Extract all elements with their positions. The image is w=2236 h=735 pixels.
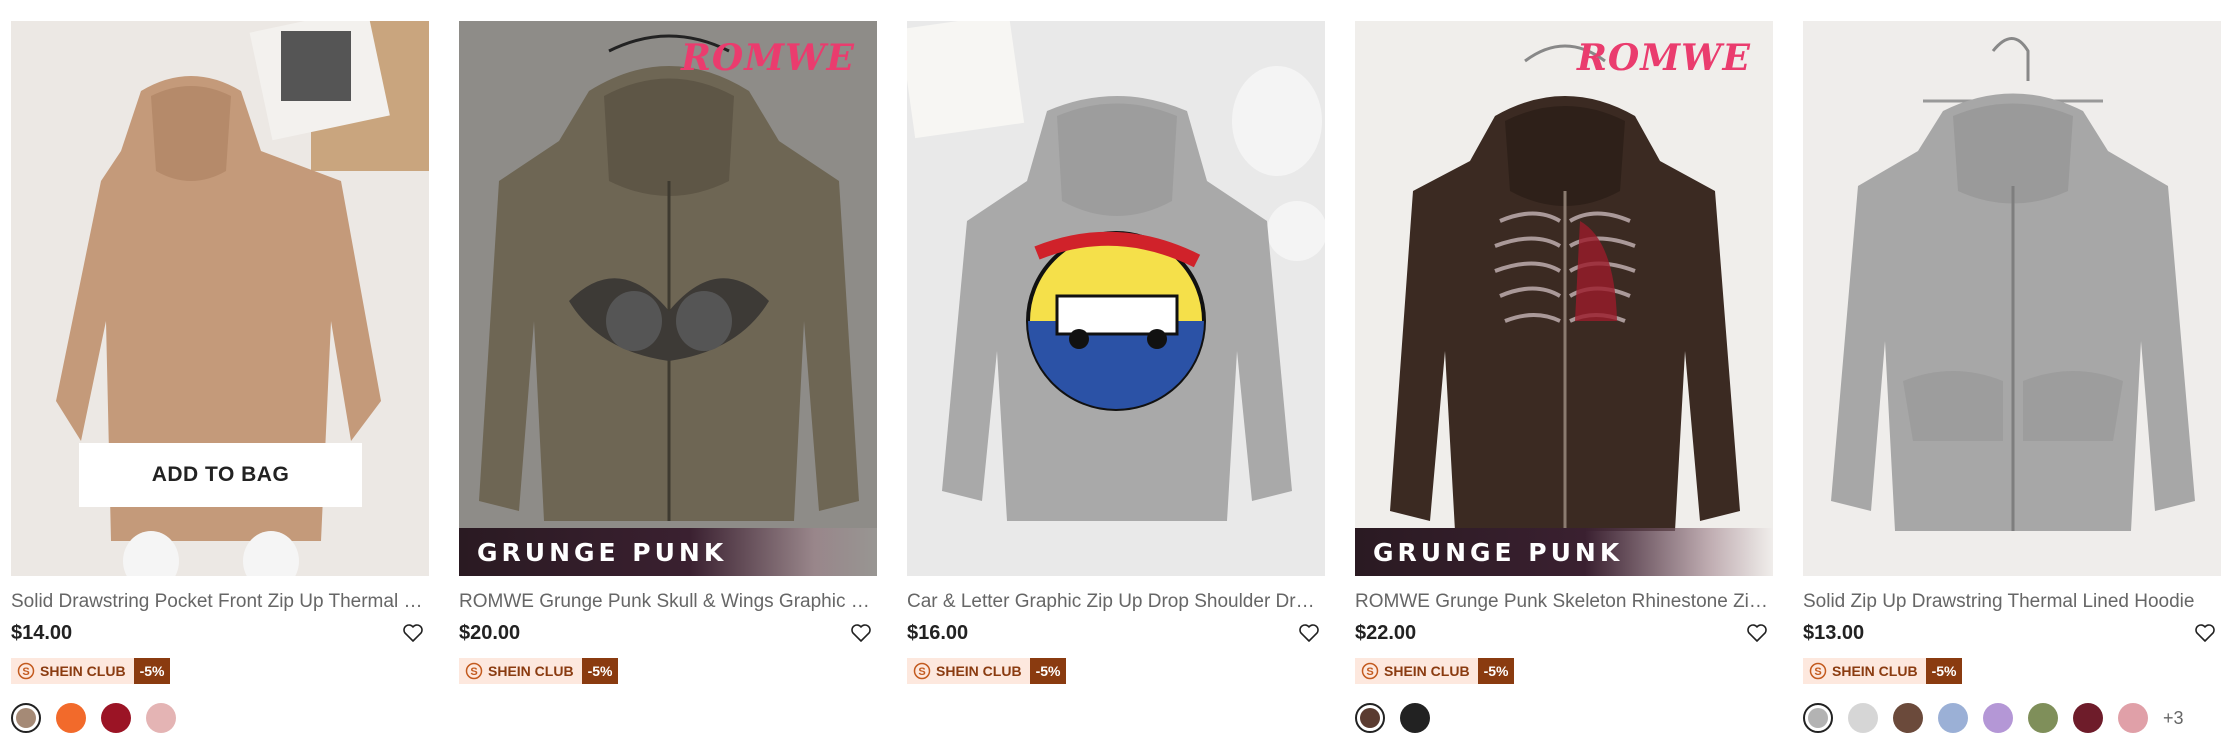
hoodie-image-car bbox=[907, 21, 1325, 576]
product-price: $20.00 bbox=[459, 621, 521, 644]
color-swatch[interactable] bbox=[101, 703, 131, 733]
svg-text:S: S bbox=[22, 666, 29, 678]
product-title[interactable]: ROMWE Grunge Punk Skull & Wings Graphic … bbox=[459, 590, 877, 614]
color-swatch[interactable] bbox=[1848, 703, 1878, 733]
svg-text:S: S bbox=[918, 666, 925, 678]
price-row: $13.00 bbox=[1803, 620, 2221, 646]
color-swatches: +3 bbox=[1803, 702, 2221, 734]
product-image[interactable] bbox=[907, 21, 1325, 576]
club-label: SHEIN CLUB bbox=[936, 663, 1022, 679]
club-discount: -5% bbox=[581, 658, 619, 684]
svg-text:S: S bbox=[1366, 666, 1373, 678]
heart-icon[interactable] bbox=[2193, 621, 2217, 645]
club-label: SHEIN CLUB bbox=[1384, 663, 1470, 679]
banner-text: GRUNGE PUNK bbox=[477, 537, 728, 567]
club-discount: -5% bbox=[1029, 658, 1067, 684]
product-title[interactable]: Solid Zip Up Drawstring Thermal Lined Ho… bbox=[1803, 590, 2221, 614]
club-label: SHEIN CLUB bbox=[40, 663, 126, 679]
color-swatch[interactable] bbox=[1938, 703, 1968, 733]
product-grid: ADD TO BAG Solid Drawstring Pocket Front… bbox=[11, 21, 2221, 734]
color-swatches bbox=[1355, 702, 1773, 734]
hoodie-image-skeleton bbox=[1355, 21, 1773, 576]
club-icon: S bbox=[465, 662, 483, 680]
heart-icon[interactable] bbox=[1745, 621, 1769, 645]
price-row: $20.00 bbox=[459, 620, 877, 646]
club-discount: -5% bbox=[1925, 658, 1963, 684]
product-image[interactable]: ADD TO BAG bbox=[11, 21, 429, 576]
shein-club-badge: S SHEIN CLUB -5% bbox=[907, 658, 1325, 684]
product-image[interactable]: ROMWE GRUNGE PUNK bbox=[459, 21, 877, 576]
banner-text: GRUNGE PUNK bbox=[1373, 537, 1624, 567]
color-swatch[interactable] bbox=[2028, 703, 2058, 733]
color-swatch[interactable] bbox=[1983, 703, 2013, 733]
heart-icon[interactable] bbox=[849, 621, 873, 645]
color-swatch[interactable] bbox=[11, 703, 41, 733]
collection-banner: GRUNGE PUNK bbox=[459, 528, 877, 576]
hoodie-image-grey bbox=[1803, 21, 2221, 576]
product-title[interactable]: ROMWE Grunge Punk Skeleton Rhinestone Zi… bbox=[1355, 590, 1773, 614]
club-icon: S bbox=[913, 662, 931, 680]
shein-club-badge: S SHEIN CLUB -5% bbox=[459, 658, 877, 684]
color-swatch[interactable] bbox=[2073, 703, 2103, 733]
shein-club-badge: S SHEIN CLUB -5% bbox=[1803, 658, 2221, 684]
brand-logo: ROMWE bbox=[1577, 37, 1751, 79]
heart-icon[interactable] bbox=[401, 621, 425, 645]
color-swatch[interactable] bbox=[1803, 703, 1833, 733]
svg-text:S: S bbox=[470, 666, 477, 678]
svg-text:S: S bbox=[1814, 666, 1821, 678]
more-colors-link[interactable]: +3 bbox=[2163, 708, 2184, 729]
club-icon: S bbox=[1809, 662, 1827, 680]
club-discount: -5% bbox=[133, 658, 171, 684]
product-card[interactable]: Solid Zip Up Drawstring Thermal Lined Ho… bbox=[1803, 21, 2221, 734]
product-title[interactable]: Car & Letter Graphic Zip Up Drop Shoulde… bbox=[907, 590, 1325, 614]
color-swatch[interactable] bbox=[2118, 703, 2148, 733]
brand-logo: ROMWE bbox=[681, 37, 855, 79]
club-label: SHEIN CLUB bbox=[488, 663, 574, 679]
price-row: $14.00 bbox=[11, 620, 429, 646]
color-swatch[interactable] bbox=[1893, 703, 1923, 733]
club-discount: -5% bbox=[1477, 658, 1515, 684]
product-card[interactable]: Car & Letter Graphic Zip Up Drop Shoulde… bbox=[907, 21, 1325, 734]
product-price: $16.00 bbox=[907, 621, 969, 644]
product-title[interactable]: Solid Drawstring Pocket Front Zip Up The… bbox=[11, 590, 429, 614]
product-card[interactable]: ADD TO BAG Solid Drawstring Pocket Front… bbox=[11, 21, 429, 734]
club-icon: S bbox=[1361, 662, 1379, 680]
color-swatch[interactable] bbox=[1400, 703, 1430, 733]
product-image[interactable]: ROMWE GRUNGE PUNK bbox=[1355, 21, 1773, 576]
color-swatch[interactable] bbox=[146, 703, 176, 733]
price-row: $16.00 bbox=[907, 620, 1325, 646]
heart-icon[interactable] bbox=[1297, 621, 1321, 645]
club-icon: S bbox=[17, 662, 35, 680]
product-card[interactable]: ROMWE GRUNGE PUNK ROMWE Grunge Punk Skul… bbox=[459, 21, 877, 734]
collection-banner: GRUNGE PUNK bbox=[1355, 528, 1773, 576]
hoodie-image-skull bbox=[459, 21, 877, 576]
color-swatch[interactable] bbox=[56, 703, 86, 733]
add-to-bag-button[interactable]: ADD TO BAG bbox=[79, 443, 362, 507]
color-swatch[interactable] bbox=[1355, 703, 1385, 733]
color-swatches bbox=[11, 702, 429, 734]
product-price: $14.00 bbox=[11, 621, 73, 644]
shein-club-badge: S SHEIN CLUB -5% bbox=[1355, 658, 1773, 684]
product-price: $22.00 bbox=[1355, 621, 1417, 644]
shein-club-badge: S SHEIN CLUB -5% bbox=[11, 658, 429, 684]
club-label: SHEIN CLUB bbox=[1832, 663, 1918, 679]
product-price: $13.00 bbox=[1803, 621, 1865, 644]
price-row: $22.00 bbox=[1355, 620, 1773, 646]
product-image[interactable] bbox=[1803, 21, 2221, 576]
product-card[interactable]: ROMWE GRUNGE PUNK ROMWE Grunge Punk Skel… bbox=[1355, 21, 1773, 734]
